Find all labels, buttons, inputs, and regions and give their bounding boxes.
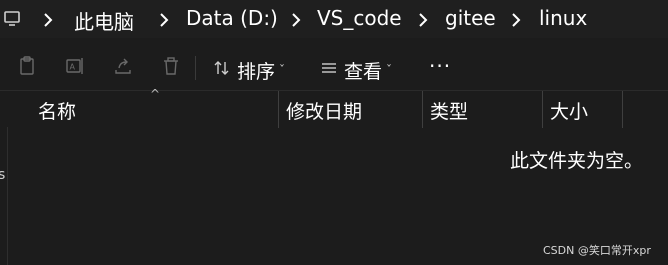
share-icon[interactable] xyxy=(111,54,135,78)
column-resizer[interactable] xyxy=(542,91,543,128)
sort-label: 排序 xyxy=(237,60,276,83)
rename-icon[interactable]: A xyxy=(63,54,87,78)
column-resizer[interactable] xyxy=(422,91,423,128)
paste-icon[interactable] xyxy=(16,54,40,78)
command-bar: A 排序 ˇ 查看 ˇ ··· xyxy=(0,42,668,90)
navigation-pane-edge xyxy=(0,127,8,265)
address-bar[interactable]: 此电脑 Data (D:) VS_code gitee linux xyxy=(0,0,668,38)
breadcrumb-item-drive[interactable]: Data (D:) xyxy=(186,6,278,30)
toolbar-divider xyxy=(195,56,196,80)
chevron-right-icon[interactable] xyxy=(156,10,172,28)
empty-folder-message: 此文件夹为空。 xyxy=(510,150,644,172)
computer-icon[interactable] xyxy=(2,9,22,29)
delete-icon[interactable] xyxy=(159,54,183,78)
chevron-down-icon: ˇ xyxy=(279,63,286,77)
column-header-size[interactable]: 大小 xyxy=(550,97,588,124)
chevron-right-icon[interactable] xyxy=(40,10,56,28)
breadcrumb-item-vs-code[interactable]: VS_code xyxy=(317,6,402,30)
chevron-down-icon: ˇ xyxy=(386,63,393,77)
sort-button[interactable]: 排序 ˇ xyxy=(213,56,285,84)
view-label: 查看 xyxy=(344,60,383,83)
chevron-right-icon[interactable] xyxy=(508,10,524,28)
column-header-date-modified[interactable]: 修改日期 xyxy=(286,97,362,124)
column-resizer[interactable] xyxy=(622,91,623,128)
column-header-type[interactable]: 类型 xyxy=(430,97,468,124)
chevron-right-icon[interactable] xyxy=(415,10,431,28)
chevron-right-icon[interactable] xyxy=(288,10,304,28)
sort-icon xyxy=(213,59,231,82)
breadcrumb-item-this-pc[interactable]: 此电脑 xyxy=(74,6,134,35)
breadcrumb-item-linux[interactable]: linux xyxy=(539,6,587,30)
watermark: CSDN @笑口常开xpr xyxy=(543,244,651,257)
view-icon xyxy=(320,59,338,82)
svg-text:A: A xyxy=(70,63,76,72)
sort-caret-icon: ^ xyxy=(150,87,161,101)
navigation-pane-clipped-text: s xyxy=(0,167,6,183)
view-button[interactable]: 查看 ˇ xyxy=(320,56,392,84)
column-resizer[interactable] xyxy=(278,91,279,128)
more-options-button[interactable]: ··· xyxy=(429,54,451,78)
breadcrumb-item-gitee[interactable]: gitee xyxy=(445,6,496,30)
column-header-name[interactable]: 名称 xyxy=(38,97,76,124)
column-header-row: ^ 名称 修改日期 类型 大小 xyxy=(0,87,668,128)
